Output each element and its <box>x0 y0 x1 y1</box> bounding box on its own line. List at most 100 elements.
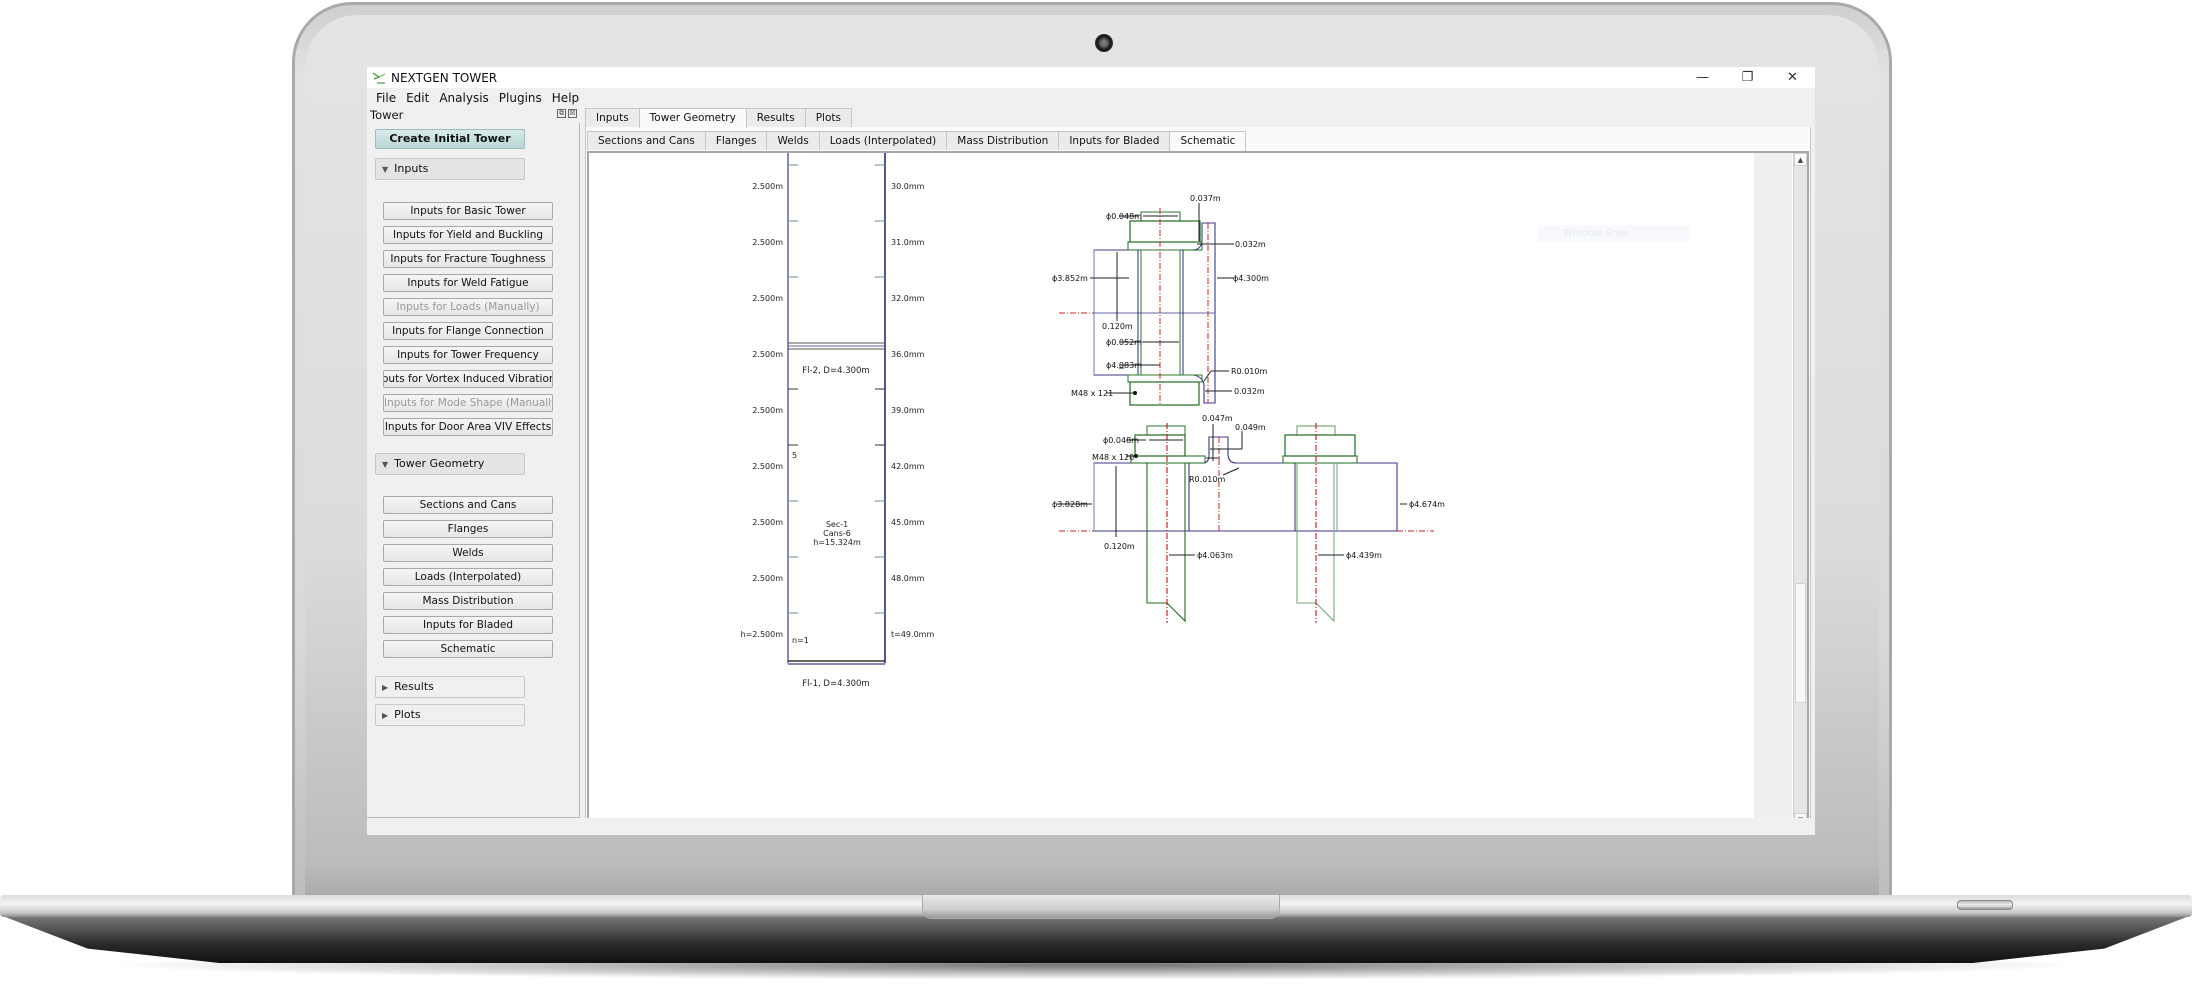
sections-and-cans-button[interactable]: Sections and Cans <box>383 496 553 514</box>
inputs-basic-tower-button[interactable]: Inputs for Basic Tower <box>383 202 553 220</box>
lower-bolt-spec: M48 x 120 <box>1092 453 1134 462</box>
can-thickness-label: 31.0mm <box>891 238 925 247</box>
subtab-schematic[interactable]: Schematic <box>1169 131 1247 151</box>
inputs-fracture-toughness-button[interactable]: Inputs for Fracture Toughness <box>383 250 553 268</box>
group-inputs-header[interactable]: ▼ Inputs <box>375 158 525 180</box>
can-index-marker: 5 <box>792 451 797 460</box>
can-thickness-label: 45.0mm <box>891 518 925 527</box>
create-initial-tower-button[interactable]: Create Initial Tower <box>375 129 525 149</box>
inputs-flange-connection-button[interactable]: Inputs for Flange Connection <box>383 322 553 340</box>
can-thickness-label: 36.0mm <box>891 350 925 359</box>
washer <box>1130 455 1206 464</box>
app-logo-icon <box>371 70 387 86</box>
menu-analysis[interactable]: Analysis <box>434 91 493 105</box>
vertical-scrollbar[interactable]: ▲ ▼ <box>1793 153 1807 826</box>
inputs-for-bladed-button[interactable]: Inputs for Bladed <box>383 616 553 634</box>
can-height-label: 2.500m <box>752 350 783 359</box>
can-thickness-label: 48.0mm <box>891 574 925 583</box>
upper-bolt-spec: M48 x 121 <box>1071 389 1113 398</box>
menu-file[interactable]: File <box>371 91 401 105</box>
tab-tower-geometry[interactable]: Tower Geometry <box>638 108 747 128</box>
lower-fillet-radius: R0.010m <box>1189 475 1225 484</box>
washer <box>1282 455 1358 464</box>
can-thickness-label: 32.0mm <box>891 294 925 303</box>
bolt-spec-leader-dot <box>1133 391 1137 395</box>
dock-float-icon[interactable]: ⧉ <box>557 109 566 118</box>
schematic-viewport: 2.500m 2.500m 2.500m 2.500m 2.500m 2.500m 2.50… <box>587 151 1809 828</box>
subtab-mass-distribution[interactable]: Mass Distribution <box>946 131 1060 150</box>
group-tower-geometry-header[interactable]: ▼ Tower Geometry <box>375 453 525 475</box>
upper-flange-thickness: 0.120m <box>1102 322 1133 331</box>
inputs-yield-buckling-button[interactable]: Inputs for Yield and Buckling <box>383 226 553 244</box>
upper-bolt-circle-dia: ϕ4.083m <box>1106 361 1142 370</box>
can-thickness-label: 30.0mm <box>891 182 925 191</box>
group-plots-header[interactable]: ▶ Plots <box>375 704 525 726</box>
lower-inner-dia: ϕ3.828m <box>1052 500 1088 509</box>
dock-title: Tower <box>370 108 404 122</box>
lower-bolt-hole-dia: ϕ0.048m <box>1103 436 1139 445</box>
dock-close-icon[interactable]: ☒ <box>568 109 577 118</box>
minimize-button[interactable]: — <box>1680 67 1725 88</box>
tab-inputs[interactable]: Inputs <box>585 108 640 127</box>
upper-bolt-hole-dia: ϕ0.048m <box>1106 212 1142 221</box>
menu-plugins[interactable]: Plugins <box>494 91 547 105</box>
tower-dock-panel: Create Initial Tower ▼ Inputs Inputs for … <box>367 123 580 818</box>
upper-inner-dia: ϕ3.852m <box>1052 274 1088 283</box>
can-height-label: 2.500m <box>752 294 783 303</box>
subtab-welds[interactable]: Welds <box>766 131 820 150</box>
tab-plots[interactable]: Plots <box>804 108 852 127</box>
scroll-up-arrow-icon[interactable]: ▲ <box>1794 153 1807 166</box>
lower-outer-bolt-circle: ϕ4.439m <box>1346 551 1382 560</box>
subtab-sections-and-cans[interactable]: Sections and Cans <box>587 131 706 150</box>
upper-washer-dia: ϕ0.052m <box>1106 338 1142 347</box>
group-label: Inputs <box>394 162 429 175</box>
menu-edit[interactable]: Edit <box>401 91 434 105</box>
bolt-shank <box>1146 463 1186 623</box>
group-label: Results <box>394 680 434 693</box>
subtab-loads-interpolated[interactable]: Loads (Interpolated) <box>818 131 948 150</box>
group-label: Plots <box>394 708 421 721</box>
schematic-button[interactable]: Schematic <box>383 640 553 658</box>
close-button[interactable]: ✕ <box>1770 67 1815 88</box>
inputs-viv-effects-button[interactable]: Inputs for Vortex Induced Vibration Effe… <box>383 370 553 388</box>
group-results-header[interactable]: ▶ Results <box>375 676 525 698</box>
nut-upper <box>1134 434 1186 457</box>
schematic-drawing: 2.500m 2.500m 2.500m 2.500m 2.500m 2.500m 2.50… <box>741 153 1445 689</box>
lower-inner-bolt-circle: ϕ4.063m <box>1197 551 1233 560</box>
menu-help[interactable]: Help <box>547 91 584 105</box>
bottom-can-index: n=1 <box>792 636 809 645</box>
can-height-label: 2.500m <box>752 406 783 415</box>
upper-neck-thickness-top: 0.032m <box>1235 240 1266 249</box>
collapsed-triangle-icon: ▶ <box>382 683 389 692</box>
can-thickness-label: t=49.0mm <box>891 630 934 639</box>
subtab-inputs-for-bladed[interactable]: Inputs for Bladed <box>1058 131 1171 150</box>
can-thickness-label: 39.0mm <box>891 406 925 415</box>
loads-interpolated-button[interactable]: Loads (Interpolated) <box>383 568 553 586</box>
scrollbar-thumb[interactable] <box>1795 583 1806 703</box>
section-label-line-3: h=15.324m <box>813 538 861 547</box>
inputs-door-area-viv-button[interactable]: Inputs for Door Area VIV Effects <box>383 418 553 436</box>
subtab-flanges[interactable]: Flanges <box>704 131 768 150</box>
lower-neck-thickness: 0.049m <box>1235 423 1266 432</box>
mass-distribution-button[interactable]: Mass Distribution <box>383 592 553 610</box>
inputs-weld-fatigue-button[interactable]: Inputs for Weld Fatigue <box>383 274 553 292</box>
can-thickness-label: 42.0mm <box>891 462 925 471</box>
upper-neck-height: 0.037m <box>1190 194 1221 203</box>
restore-button[interactable]: ❐ <box>1725 67 1770 88</box>
bottom-flange-label: Fl-1, D=4.300m <box>802 679 869 689</box>
nut-upper <box>1129 220 1201 243</box>
expanded-triangle-icon: ▼ <box>382 165 389 174</box>
lower-outer-dia: ϕ4.674m <box>1409 500 1445 509</box>
welds-button[interactable]: Welds <box>383 544 553 562</box>
flanges-button[interactable]: Flanges <box>383 520 553 538</box>
section-label-line-2: Cans-6 <box>823 529 851 538</box>
bolt-head-top <box>1146 425 1186 436</box>
inputs-mode-shape-manually-button: Inputs for Mode Shape (Manually) <box>383 394 553 412</box>
group-label: Tower Geometry <box>394 457 485 470</box>
upper-flange-detail: ϕ0.048m 0.037m 0.032m ϕ3.852m ϕ4.300m 0.… <box>1052 194 1269 406</box>
canvas-gutter <box>1754 153 1792 826</box>
schematic-canvas: 2.500m 2.500m 2.500m 2.500m 2.500m 2.500m 2.50… <box>589 153 1754 826</box>
webcam-icon <box>1095 34 1113 52</box>
tab-results[interactable]: Results <box>745 108 806 127</box>
inputs-tower-frequency-button[interactable]: Inputs for Tower Frequency <box>383 346 553 364</box>
